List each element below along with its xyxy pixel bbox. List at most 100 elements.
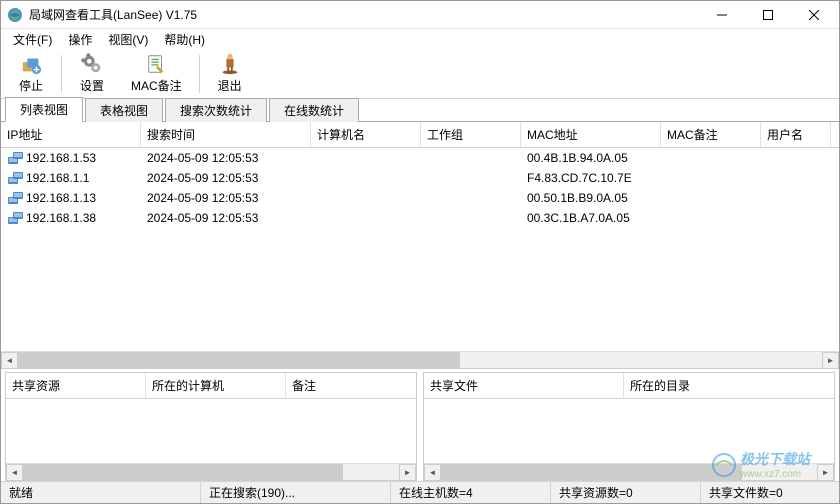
- separator: [199, 55, 200, 93]
- statusbar: 就绪 正在搜索(190)... 在线主机数=4 共享资源数=0 共享文件数=0: [1, 481, 839, 503]
- tab-online-count[interactable]: 在线数统计: [269, 98, 359, 122]
- cell-mac-remark: [661, 216, 761, 220]
- mac-remark-button[interactable]: MAC备注: [118, 48, 195, 99]
- horizontal-scrollbar[interactable]: ◄ ►: [424, 463, 834, 480]
- scroll-right-button[interactable]: ►: [399, 464, 416, 481]
- share-file-panel: 共享文件 所在的目录 ◄ ►: [423, 372, 835, 481]
- cell-ip: 192.168.1.1: [1, 169, 141, 187]
- cell-username: [761, 176, 831, 180]
- col-mac[interactable]: MAC地址: [521, 122, 661, 147]
- status-searching: 正在搜索(190)...: [201, 482, 391, 503]
- table-header: IP地址 搜索时间 计算机名 工作组 MAC地址 MAC备注 用户名: [1, 122, 839, 148]
- panel-body[interactable]: [424, 399, 834, 463]
- stop-icon: [20, 53, 42, 75]
- stop-button[interactable]: 停止: [5, 48, 57, 99]
- col-ip[interactable]: IP地址: [1, 122, 141, 147]
- cell-username: [761, 216, 831, 220]
- col-share-resource[interactable]: 共享资源: [6, 373, 146, 398]
- horizontal-scrollbar[interactable]: ◄ ►: [1, 351, 839, 368]
- scroll-thumb[interactable]: [441, 464, 742, 481]
- share-resource-panel: 共享资源 所在的计算机 备注 ◄ ►: [5, 372, 417, 481]
- mac-remark-label: MAC备注: [131, 77, 182, 94]
- menu-view[interactable]: 视图(V): [100, 29, 156, 50]
- col-computer-name[interactable]: 计算机名: [311, 122, 421, 147]
- exit-icon: [219, 53, 241, 75]
- menu-file[interactable]: 文件(F): [5, 29, 60, 50]
- col-directory[interactable]: 所在的目录: [624, 373, 834, 398]
- status-ready: 就绪: [1, 482, 201, 503]
- col-mac-remark[interactable]: MAC备注: [661, 122, 761, 147]
- scroll-left-button[interactable]: ◄: [1, 352, 18, 369]
- col-workgroup[interactable]: 工作组: [421, 122, 521, 147]
- status-online-hosts: 在线主机数=4: [391, 482, 551, 503]
- cell-mac: F4.83.CD.7C.10.7E: [521, 169, 661, 187]
- tab-list-view[interactable]: 列表视图: [5, 97, 83, 122]
- toolbar: 停止 设置 MAC备注 退出: [1, 49, 839, 99]
- titlebar: 局域网查看工具(LanSee) V1.75: [1, 1, 839, 29]
- table-row[interactable]: 192.168.1.382024-05-09 12:05:53 00.3C.1B.…: [1, 208, 839, 228]
- col-share-file[interactable]: 共享文件: [424, 373, 624, 398]
- exit-label: 退出: [218, 77, 242, 94]
- cell-time: 2024-05-09 12:05:53: [141, 189, 311, 207]
- exit-button[interactable]: 退出: [204, 48, 256, 99]
- cell-workgroup: [421, 176, 521, 180]
- cell-ip: 192.168.1.13: [1, 189, 141, 207]
- scroll-track[interactable]: [23, 464, 399, 481]
- col-computer-location[interactable]: 所在的计算机: [146, 373, 286, 398]
- close-button[interactable]: [791, 2, 837, 28]
- menubar: 文件(F) 操作 视图(V) 帮助(H): [1, 29, 839, 49]
- panel-body[interactable]: [6, 399, 416, 463]
- col-remark[interactable]: 备注: [286, 373, 416, 398]
- app-icon: [7, 7, 23, 23]
- cell-mac: 00.50.1B.B9.0A.05: [521, 189, 661, 207]
- minimize-button[interactable]: [699, 2, 745, 28]
- cell-mac: 00.4B.1B.94.0A.05: [521, 149, 661, 167]
- cell-workgroup: [421, 196, 521, 200]
- cell-time: 2024-05-09 12:05:53: [141, 149, 311, 167]
- bottom-panels: 共享资源 所在的计算机 备注 ◄ ► 共享文件 所在的目录 ◄ ►: [1, 369, 839, 481]
- menu-operate[interactable]: 操作: [60, 29, 100, 50]
- tab-search-count[interactable]: 搜索次数统计: [165, 98, 267, 122]
- scroll-right-button[interactable]: ►: [817, 464, 834, 481]
- cell-workgroup: [421, 216, 521, 220]
- scroll-thumb[interactable]: [18, 352, 460, 369]
- window-controls: [699, 2, 837, 28]
- cell-username: [761, 156, 831, 160]
- status-share-files: 共享文件数=0: [701, 482, 839, 503]
- menu-help[interactable]: 帮助(H): [156, 29, 213, 50]
- maximize-button[interactable]: [745, 2, 791, 28]
- settings-button[interactable]: 设置: [66, 48, 118, 99]
- cell-mac-remark: [661, 176, 761, 180]
- scroll-thumb[interactable]: [23, 464, 343, 481]
- table-body[interactable]: 192.168.1.532024-05-09 12:05:5300.4B.1B.…: [1, 148, 839, 351]
- cell-mac-remark: [661, 156, 761, 160]
- table-row[interactable]: 192.168.1.132024-05-09 12:05:53 00.50.1B.…: [1, 188, 839, 208]
- horizontal-scrollbar[interactable]: ◄ ►: [6, 463, 416, 480]
- scroll-left-button[interactable]: ◄: [6, 464, 23, 481]
- col-search-time[interactable]: 搜索时间: [141, 122, 311, 147]
- tab-table-view[interactable]: 表格视图: [85, 98, 163, 122]
- cell-ip: 192.168.1.53: [1, 149, 141, 167]
- note-icon: [145, 53, 167, 75]
- cell-ip: 192.168.1.38: [1, 209, 141, 227]
- cell-time: 2024-05-09 12:05:53: [141, 169, 311, 187]
- scroll-left-button[interactable]: ◄: [424, 464, 441, 481]
- panel-header: 共享文件 所在的目录: [424, 373, 834, 399]
- cell-computer-name: [311, 196, 421, 200]
- cell-time: 2024-05-09 12:05:53: [141, 209, 311, 227]
- table-row[interactable]: 192.168.1.12024-05-09 12:05:53 F4.83.CD.7…: [1, 168, 839, 188]
- cell-username: [761, 196, 831, 200]
- cell-computer-name: [311, 216, 421, 220]
- stop-label: 停止: [19, 77, 43, 94]
- scroll-right-button[interactable]: ►: [822, 352, 839, 369]
- scroll-track[interactable]: [18, 352, 822, 369]
- cell-mac: 00.3C.1B.A7.0A.05: [521, 209, 661, 227]
- table-row[interactable]: 192.168.1.532024-05-09 12:05:53 00.4B.1B.…: [1, 148, 839, 168]
- scroll-track[interactable]: [441, 464, 817, 481]
- cell-computer-name: [311, 156, 421, 160]
- tabs: 列表视图 表格视图 搜索次数统计 在线数统计: [1, 99, 839, 121]
- status-share-res: 共享资源数=0: [551, 482, 701, 503]
- tab-content: IP地址 搜索时间 计算机名 工作组 MAC地址 MAC备注 用户名 192.1…: [1, 121, 839, 481]
- cell-mac-remark: [661, 196, 761, 200]
- col-username[interactable]: 用户名: [761, 122, 831, 147]
